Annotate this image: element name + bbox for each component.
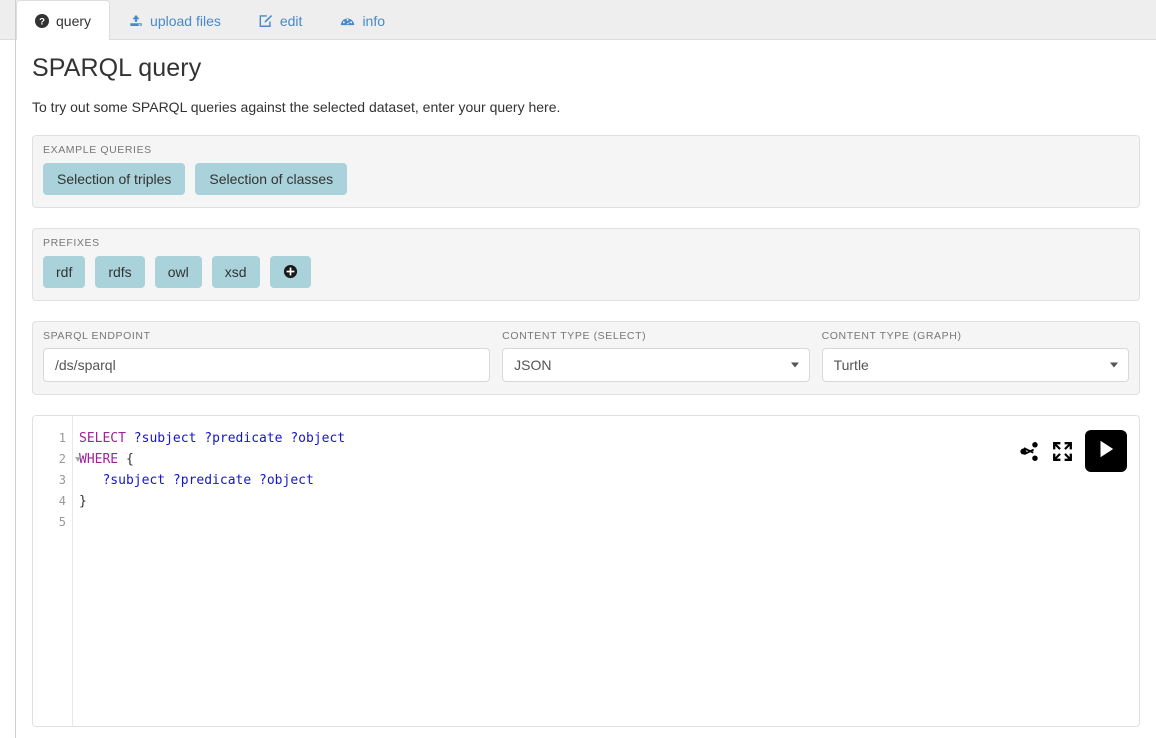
example-queries-buttons: Selection of triples Selection of classe… [43, 163, 1129, 195]
code-token: WHERE [79, 452, 118, 467]
example-queries-panel: EXAMPLE QUERIES Selection of triples Sel… [32, 135, 1140, 208]
pencil-square-icon [259, 14, 273, 28]
tab-info-label: info [362, 13, 385, 29]
tab-edit-label: edit [280, 13, 303, 29]
play-icon [1095, 438, 1117, 465]
prefix-rdfs[interactable]: rdfs [95, 256, 144, 288]
run-query-button[interactable] [1085, 430, 1127, 472]
prefixes-buttons: rdf rdfs owl xsd [43, 256, 1129, 288]
editor-line-number: 5 [33, 512, 72, 533]
content-type-select-dropdown[interactable]: JSON [502, 348, 809, 382]
content-type-select-field: CONTENT TYPE (SELECT) JSON [502, 330, 809, 382]
share-icon[interactable] [1019, 441, 1040, 462]
tab-info[interactable]: info [321, 0, 404, 40]
endpoint-settings-panel: SPARQL ENDPOINT CONTENT TYPE (SELECT) JS… [32, 321, 1140, 395]
expand-icon[interactable] [1052, 441, 1073, 462]
sparql-endpoint-label: SPARQL ENDPOINT [43, 330, 490, 342]
page-title: SPARQL query [32, 54, 1140, 83]
code-token: ?subject ?predicate ?object [102, 473, 313, 488]
prefix-owl[interactable]: owl [155, 256, 202, 288]
code-token: SELECT [79, 431, 126, 446]
prefixes-panel: PREFIXES rdf rdfs owl xsd [32, 228, 1140, 301]
editor-code-line: ?subject ?predicate ?object [79, 470, 1139, 491]
tab-query[interactable]: ? query [16, 0, 110, 40]
content-type-graph-wrap: Turtle [822, 348, 1129, 382]
svg-text:?: ? [39, 16, 45, 27]
main-tab-bar: ? query upload files [0, 0, 1156, 40]
content-type-graph-field: CONTENT TYPE (GRAPH) Turtle [822, 330, 1129, 382]
question-circle-icon: ? [35, 14, 49, 28]
sparql-query-page: ? query upload files [0, 0, 1156, 738]
code-token: { [118, 452, 134, 467]
content-type-select-wrap: JSON [502, 348, 809, 382]
code-token: } [79, 494, 87, 509]
dashboard-icon [340, 14, 355, 28]
tab-upload-files-label: upload files [150, 13, 221, 29]
content-type-graph-label: CONTENT TYPE (GRAPH) [822, 330, 1129, 342]
editor-code-line: } [79, 491, 1139, 512]
tab-edit[interactable]: edit [240, 0, 322, 40]
tab-upload-files[interactable]: upload files [110, 0, 240, 40]
page-content: SPARQL query To try out some SPARQL quer… [0, 54, 1156, 738]
plus-circle-icon [283, 264, 298, 281]
editor-code-line: SELECT ?subject ?predicate ?object [79, 428, 1139, 449]
code-token [79, 473, 102, 488]
example-queries-label: EXAMPLE QUERIES [43, 144, 1129, 156]
page-description: To try out some SPARQL queries against t… [32, 99, 1140, 115]
add-prefix-button[interactable] [270, 256, 311, 288]
prefix-xsd[interactable]: xsd [212, 256, 260, 288]
code-token: ?subject ?predicate ?object [134, 431, 345, 446]
editor-line-number: 3 [33, 470, 72, 491]
editor-line-number: 4 [33, 491, 72, 512]
query-editor[interactable]: 12345 SELECT ?subject ?predicate ?object… [33, 416, 1139, 726]
editor-line-number: 1 [33, 428, 72, 449]
sparql-endpoint-input[interactable] [43, 348, 490, 382]
editor-code-line: WHERE { [79, 449, 1139, 470]
prefix-rdf[interactable]: rdf [43, 256, 85, 288]
example-query-selection-of-triples[interactable]: Selection of triples [43, 163, 185, 195]
code-token [126, 431, 134, 446]
editor-code-area[interactable]: SELECT ?subject ?predicate ?objectWHERE … [73, 416, 1139, 726]
upload-icon [129, 14, 143, 28]
editor-line-number: 2 [33, 449, 72, 470]
editor-code-line [79, 512, 1139, 533]
code-fold-icon[interactable] [75, 457, 81, 462]
example-query-selection-of-classes[interactable]: Selection of classes [195, 163, 347, 195]
prefixes-label: PREFIXES [43, 237, 1129, 249]
editor-toolbar [1019, 430, 1127, 472]
editor-line-numbers: 12345 [33, 416, 73, 726]
content-type-select-label: CONTENT TYPE (SELECT) [502, 330, 809, 342]
content-type-graph-dropdown[interactable]: Turtle [822, 348, 1129, 382]
query-editor-panel: 12345 SELECT ?subject ?predicate ?object… [32, 415, 1140, 727]
sparql-endpoint-field: SPARQL ENDPOINT [43, 330, 490, 382]
tab-query-label: query [56, 13, 91, 29]
